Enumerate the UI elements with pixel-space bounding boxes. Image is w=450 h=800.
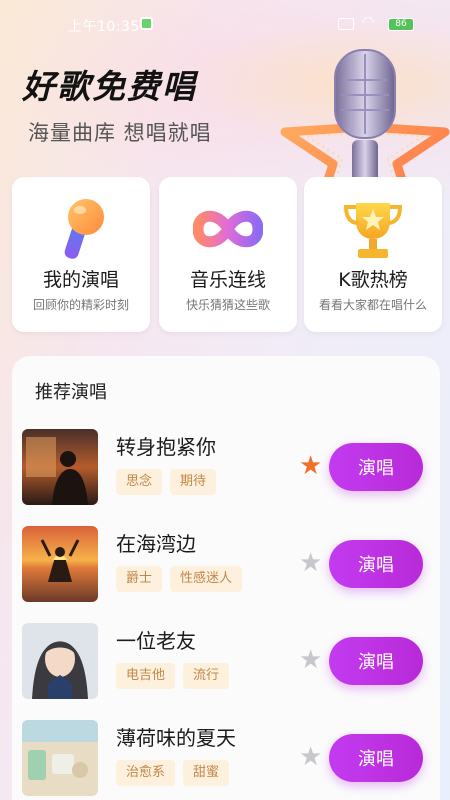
song-name: 在海湾边 — [116, 532, 196, 556]
trophy-icon — [343, 203, 403, 258]
song-tag: 思念 — [116, 469, 163, 495]
wifi-icon: ◠ — [362, 14, 375, 30]
song-item[interactable]: 一位老友 电吉他 流行 ★ 演唱 — [22, 623, 432, 701]
song-tag: 流行 — [183, 663, 230, 689]
card-desc: 看看大家都在唱什么 — [318, 298, 427, 312]
favorite-star-icon[interactable]: ★ — [299, 744, 322, 770]
song-cover-image — [22, 720, 98, 796]
song-tag: 电吉他 — [116, 663, 176, 689]
status-time: 上午10:35 — [68, 19, 140, 35]
song-tags: 治愈系 甜蜜 — [116, 760, 237, 786]
sing-button[interactable]: 演唱 — [329, 734, 423, 782]
hero-subtitle: 海量曲库 想唱就唱 — [28, 121, 212, 145]
card-title: 我的演唱 — [42, 269, 119, 291]
favorite-star-icon[interactable]: ★ — [299, 453, 322, 479]
sing-button[interactable]: 演唱 — [329, 540, 423, 588]
hero-title: 好歌免费唱 — [22, 67, 197, 106]
recommend-panel: 推荐演唱 转身抱紧你 思念 期待 ★ 演唱 在海湾边 爵士 性感迷人 ★ 演唱 … — [12, 356, 440, 800]
sim-icon — [338, 18, 354, 30]
card-title: K歌热榜 — [338, 269, 408, 291]
card-k-song-chart[interactable]: K歌热榜 看看大家都在唱什么 — [304, 177, 442, 332]
song-tag: 性感迷人 — [170, 566, 243, 592]
song-name: 薄荷味的夏天 — [116, 726, 236, 750]
karaoke-home-page: 上午10:35 ◠ 86 好歌免费唱 海量曲库 想唱就唱 我的演唱 回顾你的精彩… — [0, 0, 450, 800]
song-cover-image — [22, 429, 98, 505]
song-tag: 治愈系 — [116, 760, 176, 786]
song-cover-image — [22, 623, 98, 699]
song-item[interactable]: 转身抱紧你 思念 期待 ★ 演唱 — [22, 429, 432, 507]
song-item[interactable]: 薄荷味的夏天 治愈系 甜蜜 ★ 演唱 — [22, 720, 432, 798]
battery-icon: 86 — [388, 18, 414, 31]
song-item[interactable]: 在海湾边 爵士 性感迷人 ★ 演唱 — [22, 526, 432, 604]
sing-button[interactable]: 演唱 — [329, 637, 423, 685]
song-tags: 电吉他 流行 — [116, 663, 237, 689]
microphone-icon — [64, 199, 104, 259]
song-tag: 期待 — [170, 469, 217, 495]
infinity-icon — [193, 210, 263, 248]
song-cover-image — [22, 526, 98, 602]
card-title: 音乐连线 — [189, 269, 266, 291]
song-name: 转身抱紧你 — [116, 435, 216, 459]
song-tag: 爵士 — [116, 566, 163, 592]
song-tag: 甜蜜 — [183, 760, 230, 786]
feature-cards: 我的演唱 回顾你的精彩时刻 音乐连线 快乐猜猜这些歌 K歌热榜 看看大家都在唱什… — [12, 177, 442, 332]
favorite-star-icon[interactable]: ★ — [299, 647, 322, 673]
song-tags: 思念 期待 — [116, 469, 224, 495]
card-desc: 快乐猜猜这些歌 — [185, 298, 270, 312]
recommend-title: 推荐演唱 — [35, 382, 107, 403]
sing-button[interactable]: 演唱 — [329, 443, 423, 491]
favorite-star-icon[interactable]: ★ — [299, 550, 322, 576]
card-music-link[interactable]: 音乐连线 快乐猜猜这些歌 — [159, 177, 297, 332]
card-desc: 回顾你的精彩时刻 — [32, 298, 129, 312]
song-name: 一位老友 — [116, 629, 196, 653]
song-tags: 爵士 性感迷人 — [116, 566, 250, 592]
card-my-singing[interactable]: 我的演唱 回顾你的精彩时刻 — [12, 177, 150, 332]
app-notification-icon — [140, 17, 153, 30]
